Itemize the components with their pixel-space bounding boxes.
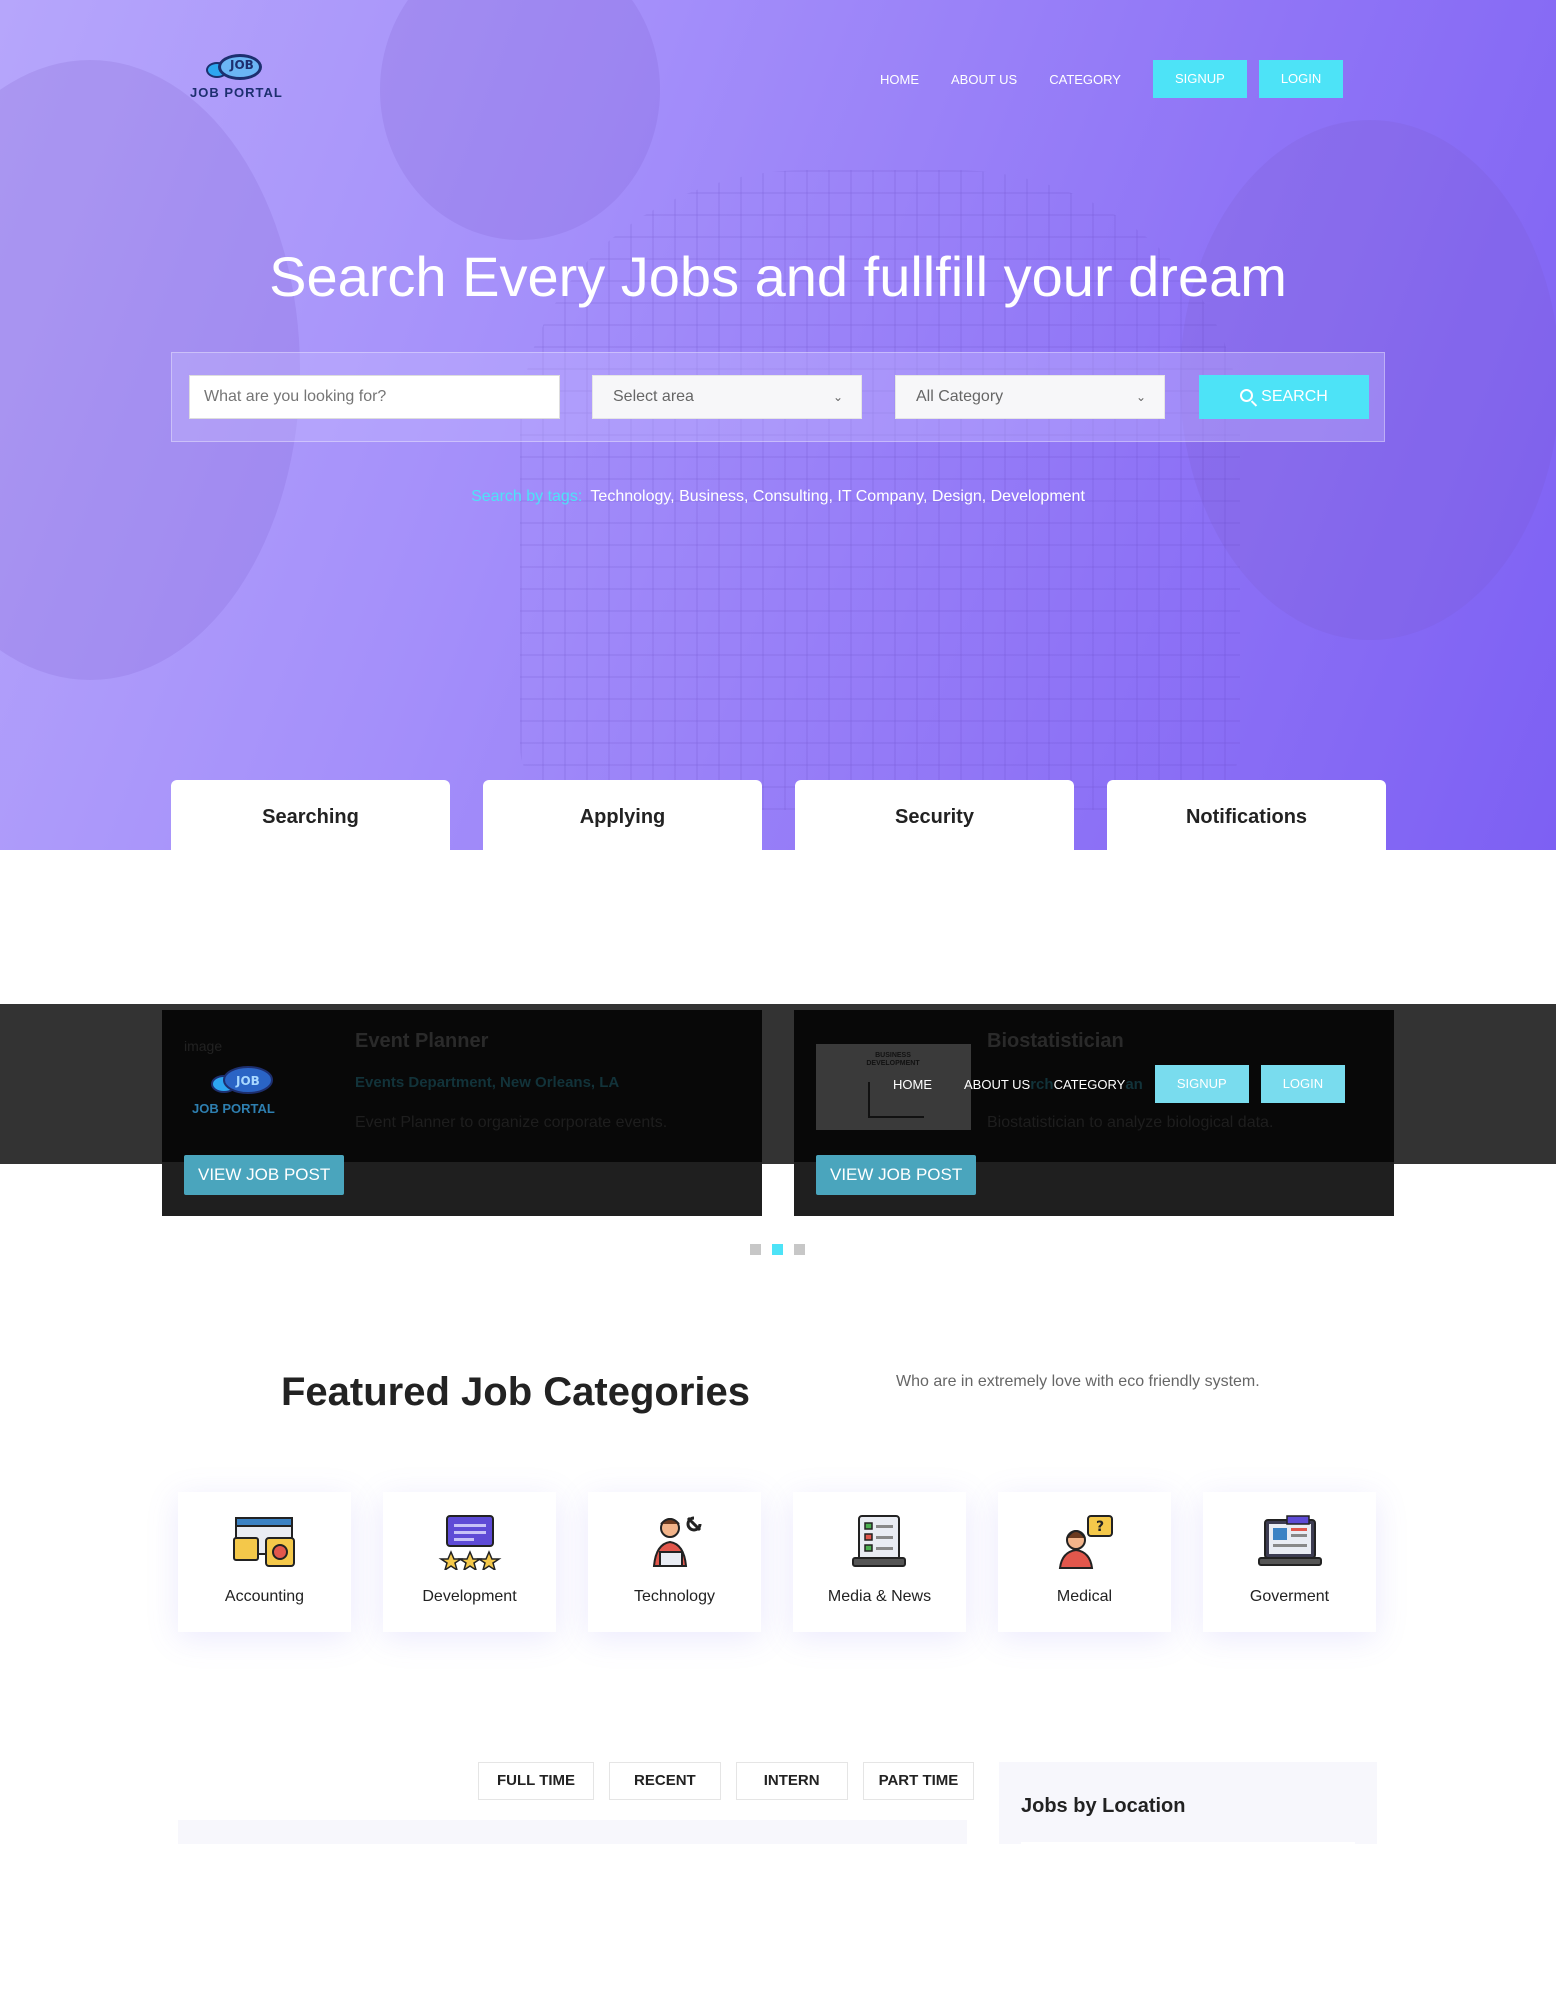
signup-button[interactable]: SIGNUP [1154,1065,1249,1103]
job-title[interactable]: Event Planner [355,1030,488,1053]
filter-recent[interactable]: RECENT [609,1762,721,1800]
job-company-logo: JOB JOB PORTAL [184,1058,314,1118]
category-card-government[interactable]: Goverment [1203,1492,1376,1632]
svg-text:JOB PORTAL: JOB PORTAL [192,1101,275,1116]
medical-icon: ? [1058,1515,1113,1569]
nav-about-link[interactable]: ABOUT US [964,1077,1030,1092]
view-job-post-button[interactable]: VIEW JOB POST [184,1155,345,1195]
featured-title: Featured Job Categories [281,1370,751,1414]
category-card-accounting[interactable]: Accounting [178,1492,351,1632]
filter-intern[interactable]: INTERN [735,1762,848,1800]
filter-full-time[interactable]: FULL TIME [478,1762,595,1800]
nav-category-link[interactable]: CATEGORY [1054,1077,1126,1092]
category-label: Goverment [1249,1588,1330,1605]
category-select-value: All Category [916,388,1004,405]
tags-label: Search by tags: [471,488,583,505]
login-button[interactable]: LOGIN [1260,1065,1346,1103]
panel-divider [1021,1842,1355,1844]
category-card-technology[interactable]: Technology [588,1492,761,1632]
job-card-body: image JOB JOB PORTAL Event Planner Event… [162,1010,762,1162]
area-select-value: Select area [613,388,694,405]
job-list-area [178,1820,967,1844]
feature-tab-security[interactable]: Security [795,780,1074,850]
logo-text: JOB PORTAL [190,85,283,100]
category-label: Media & News [827,1588,932,1605]
category-card-media-news[interactable]: Media & News [793,1492,966,1632]
technology-icon [652,1516,702,1567]
job-department-peek: rch [1030,1075,1054,1093]
nav-home-link[interactable]: HOME [880,72,919,87]
feature-tabs: Searching Applying Security Notification… [171,780,1419,850]
hero-title: Search Every Jobs and fullfill your drea… [269,245,1287,308]
search-button[interactable]: SEARCH [1199,375,1369,419]
category-card-development[interactable]: Development [383,1492,556,1632]
job-thumbnail: image JOB JOB PORTAL [184,1038,339,1130]
jobs-by-location-heading: Jobs by Location [1021,1795,1186,1817]
chevron-down-icon: ⌄ [1135,390,1146,404]
svg-text:?: ? [1096,1519,1104,1535]
carousel-dots [750,1244,816,1255]
main-nav: HOME ABOUT US CATEGORY SIGNUP LOGIN [880,60,1355,98]
page: JOB JOB PORTAL HOME ABOUT US CATEGORY SI… [0,0,1556,2000]
search-tags: Search by tags: Technology, Business, Co… [0,488,1556,506]
search-icon [1240,388,1254,402]
search-button-label: SEARCH [1261,388,1328,405]
hero-section: JOB JOB PORTAL HOME ABOUT US CATEGORY SI… [0,0,1556,850]
svg-text:JOB: JOB [235,1074,260,1088]
job-card: BUSINESS DEVELOPMENT Biostatistician Bio… [794,1010,1394,1216]
category-label: Development [422,1588,517,1605]
job-filter-tabs: FULL TIME RECENT INTERN PART TIME [478,1762,989,1800]
media-news-icon [852,1515,906,1567]
category-label: Medical [1056,1588,1113,1605]
job-card: image JOB JOB PORTAL Event Planner Event… [162,1010,762,1216]
development-icon [438,1515,502,1570]
job-portal-logo-icon: JOB JOB PORTAL [192,1066,275,1116]
job-title[interactable]: Biostatistician [987,1030,1124,1053]
filter-part-time[interactable]: PART TIME [862,1762,975,1800]
view-job-post-button[interactable]: VIEW JOB POST [816,1155,977,1195]
feature-tab-searching[interactable]: Searching [171,780,450,850]
chevron-down-icon: ⌄ [832,390,843,404]
nav-category-link[interactable]: CATEGORY [1049,72,1121,87]
nav-about-link[interactable]: ABOUT US [951,72,1017,87]
search-bar: Select area ⌄ All Category ⌄ SEARCH [171,352,1385,442]
job-description: Biostatistician to analyze biological da… [987,1114,1274,1131]
job-description: Event Planner to organize corporate even… [355,1114,668,1131]
category-select[interactable]: All Category ⌄ [895,375,1165,419]
feature-tab-notifications[interactable]: Notifications [1107,780,1386,850]
carousel-dot[interactable] [750,1244,761,1255]
job-department: Events Department, New Orleans, LA [355,1074,620,1091]
feature-tab-applying[interactable]: Applying [483,780,762,850]
signup-button[interactable]: SIGNUP [1152,60,1247,98]
search-input[interactable] [189,375,560,419]
area-select[interactable]: Select area ⌄ [592,375,862,419]
job-department-peek: an [1125,1075,1143,1093]
carousel-dot-active[interactable] [772,1244,783,1255]
jobs-by-location-panel: Jobs by Location [999,1762,1377,1844]
category-label: Technology [634,1588,715,1605]
login-button[interactable]: LOGIN [1258,60,1344,98]
logo-bubble-text: JOB [230,58,254,72]
category-grid: Accounting Development Technology Media … [178,1492,1408,1632]
sticky-nav: HOME ABOUT US rch CATEGORY an SIGNUP LOG… [893,1065,1357,1103]
carousel-dot[interactable] [794,1244,805,1255]
category-label: Accounting [224,1588,305,1605]
nav-home-link[interactable]: HOME [893,1077,932,1092]
tags-list[interactable]: Technology, Business, Consulting, IT Com… [590,488,1084,505]
featured-subtitle: Who are in extremely love with eco frien… [896,1373,1260,1390]
category-card-medical[interactable]: ? Medical [998,1492,1171,1632]
site-logo[interactable]: JOB JOB PORTAL [190,50,290,102]
government-icon [1258,1515,1322,1566]
broken-image-alt: image [184,1038,223,1054]
background-photo-shape [380,0,660,240]
accounting-icon [233,1517,295,1567]
